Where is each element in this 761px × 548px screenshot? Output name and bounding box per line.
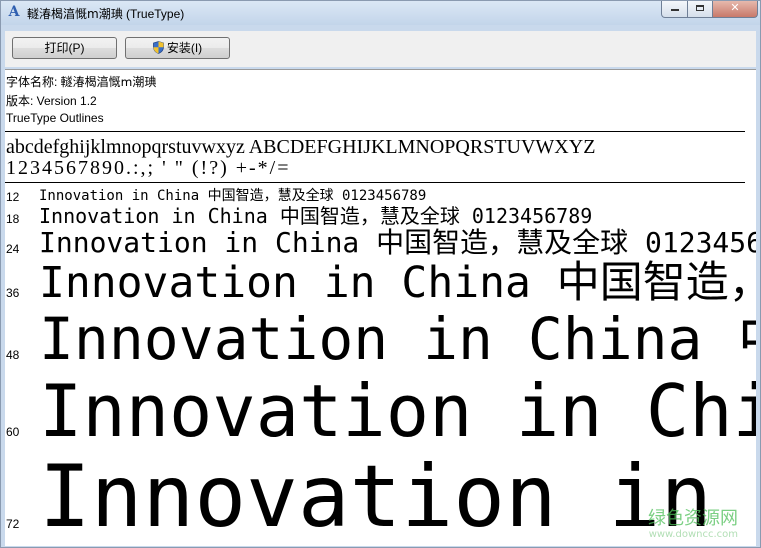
sample-text-18: Innovation in China 中国智造，慧及全球 0123456789 xyxy=(39,204,593,228)
window-title: 䡵湷楬湻慨ⅿ潮琠 (TrueType) xyxy=(27,7,185,21)
maximize-icon xyxy=(696,5,704,11)
font-version-line: 版本: Version 1.2 xyxy=(6,94,97,108)
title-bar[interactable]: A 䡵湷楬湻慨ⅿ潮琠 (TrueType) ✕ xyxy=(1,1,760,25)
sample-text-24: Innovation in China 中国智造，慧及全球 0123456789 xyxy=(39,226,756,259)
print-button-label: 打印(P) xyxy=(44,41,85,55)
size-label-60: 60 xyxy=(6,425,20,439)
maximize-button[interactable] xyxy=(687,1,713,18)
close-button[interactable]: ✕ xyxy=(712,1,758,18)
uac-shield-icon xyxy=(152,41,164,54)
charset-letters: abcdefghijklmnopqrstuvwxyz ABCDEFGHIJKLM… xyxy=(6,136,596,158)
font-viewer-window: A 䡵湷楬湻慨ⅿ潮琠 (TrueType) ✕ 打印(P) 安装(I) 字体名称… xyxy=(0,0,761,548)
charset-digits-symbols: 1234567890.:,; ' " (!?) +-*/= xyxy=(6,157,291,179)
print-button[interactable]: 打印(P) xyxy=(12,37,117,59)
sample-text-72: Innovation in China 中国智造，慧及全球 0123456789 xyxy=(39,447,756,546)
size-label-24: 24 xyxy=(6,242,20,256)
sample-text-60: Innovation in China 中国智造，慧及全球 0123456789 xyxy=(39,369,756,453)
close-icon: ✕ xyxy=(730,2,740,14)
window-right-border xyxy=(756,69,760,545)
size-label-36: 36 xyxy=(6,286,20,300)
sample-text-36: Innovation in China 中国智造，慧及全球 0123456789 xyxy=(39,258,756,308)
font-outline-type: TrueType Outlines xyxy=(6,111,104,125)
size-label-12: 12 xyxy=(6,190,20,204)
separator-top xyxy=(5,131,745,132)
font-preview-area[interactable]: 字体名称: 䡵湷楬湻慨ⅿ潮琠 版本: Version 1.2 TrueType … xyxy=(5,69,756,546)
sample-text-48: Innovation in China 中国智造，慧及全球 0123456789 xyxy=(39,305,756,373)
font-name-line: 字体名称: 䡵湷楬湻慨ⅿ潮琠 xyxy=(6,75,157,89)
size-label-18: 18 xyxy=(6,212,20,226)
install-button-label: 安装(I) xyxy=(166,41,203,55)
size-label-48: 48 xyxy=(6,348,20,362)
minimize-icon xyxy=(670,9,679,11)
size-label-72: 72 xyxy=(6,517,20,531)
font-app-icon: A xyxy=(8,4,20,20)
sample-text-12: Innovation in China 中国智造，慧及全球 0123456789 xyxy=(39,188,427,204)
toolbar: 打印(P) 安装(I) xyxy=(5,31,756,67)
minimize-button[interactable] xyxy=(661,1,688,18)
separator-bottom xyxy=(5,182,745,183)
install-button[interactable]: 安装(I) xyxy=(125,37,230,59)
